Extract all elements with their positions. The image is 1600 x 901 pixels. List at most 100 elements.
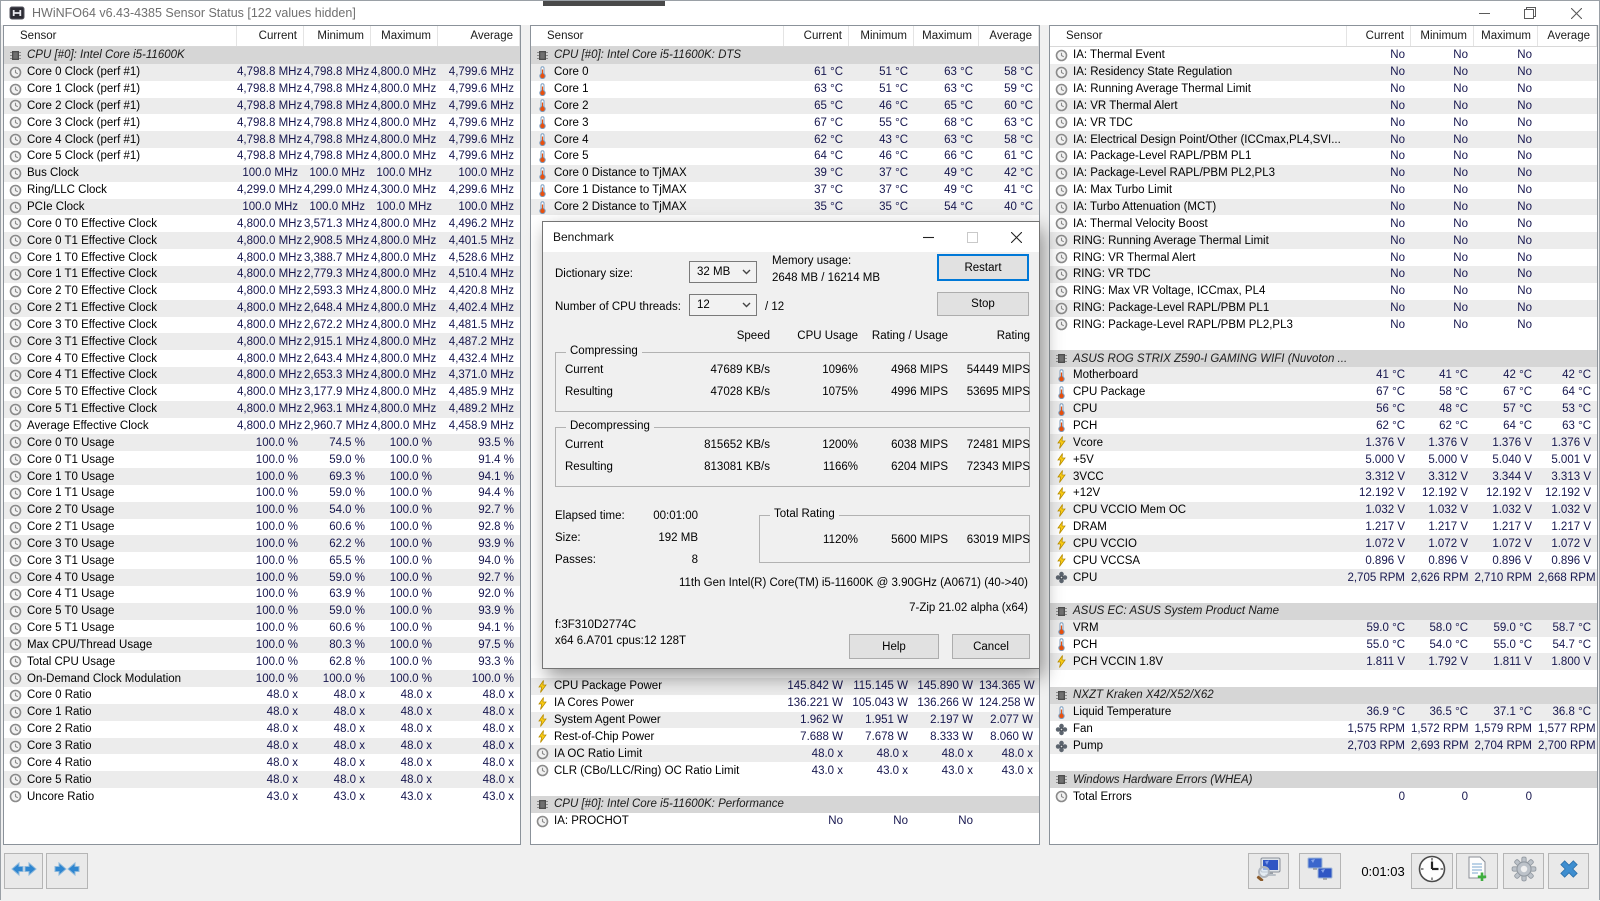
sensor-row[interactable]: Core 3 T1 Effective Clock4,800.0 MHz2,91… [4, 333, 520, 350]
sensor-row[interactable]: Core 1 Distance to TjMAX37 °C37 °C49 °C4… [531, 182, 1039, 199]
sensor-row[interactable]: RING: Package-Level RAPL/PBM PL1NoNoNo [1050, 300, 1597, 317]
sensor-row[interactable]: CPU Package Power145.842 W115.145 W145.8… [531, 678, 1039, 695]
cpu-threads-select[interactable]: 12 [689, 294, 757, 316]
stop-button[interactable]: Stop [937, 292, 1029, 316]
sensor-row[interactable]: PCH62 °C62 °C64 °C63 °C [1050, 418, 1597, 435]
sensor-row[interactable]: Core 462 °C43 °C63 °C58 °C [531, 131, 1039, 148]
sensor-row[interactable]: PCH VCCIN 1.8V1.811 V1.792 V1.811 V1.800… [1050, 653, 1597, 670]
sensor-row[interactable]: IA: Package-Level RAPL/PBM PL2,PL3NoNoNo [1050, 165, 1597, 182]
close-icon[interactable] [1553, 1, 1599, 25]
sensor-row[interactable]: On-Demand Clock Modulation100.0 %100.0 %… [4, 670, 520, 687]
sensor-row[interactable]: CPU Package67 °C58 °C67 °C64 °C [1050, 384, 1597, 401]
column-header-maximum[interactable]: Maximum [914, 26, 979, 46]
sensor-row[interactable]: 3VCC3.312 V3.312 V3.344 V3.313 V [1050, 468, 1597, 485]
cancel-button[interactable]: Cancel [952, 634, 1030, 659]
sensor-row[interactable]: Core 0 Ratio48.0 x48.0 x48.0 x48.0 x [4, 687, 520, 704]
sensor-row[interactable]: Core 265 °C46 °C65 °C60 °C [531, 98, 1039, 115]
sensor-row[interactable]: Core 367 °C55 °C68 °C63 °C [531, 114, 1039, 131]
title-bar[interactable]: HWiNFO64 v6.43-4385 Sensor Status [122 v… [1, 1, 1599, 25]
sensor-row[interactable]: Core 3 Ratio48.0 x48.0 x48.0 x48.0 x [4, 738, 520, 755]
system-summary-button[interactable] [1248, 853, 1289, 889]
remote-monitoring-button[interactable] [1299, 853, 1341, 889]
clock-button[interactable] [1411, 853, 1453, 889]
sensor-row[interactable]: CPU VCCSA0.896 V0.896 V0.896 V0.896 V [1050, 552, 1597, 569]
sensor-row[interactable]: IA: VR Thermal AlertNoNoNo [1050, 98, 1597, 115]
column-header-minimum[interactable]: Minimum [1411, 26, 1474, 46]
sensor-row[interactable]: CLR (CBo/LLC/Ring) OC Ratio Limit43.0 x4… [531, 762, 1039, 779]
minimize-icon[interactable] [1461, 1, 1507, 25]
sensor-row[interactable]: Core 0 T1 Usage100.0 %59.0 %100.0 %91.4 … [4, 451, 520, 468]
column-header-maximum[interactable]: Maximum [1474, 26, 1538, 46]
sensor-row[interactable]: IA: Thermal Velocity BoostNoNoNo [1050, 215, 1597, 232]
sensor-row[interactable]: PCH55.0 °C54.0 °C55.0 °C54.7 °C [1050, 637, 1597, 654]
sensor-row[interactable]: Core 2 T1 Effective Clock4,800.0 MHz2,64… [4, 300, 520, 317]
column-header-minimum[interactable]: Minimum [849, 26, 914, 46]
sensor-row[interactable]: Total CPU Usage100.0 %62.8 %100.0 %93.3 … [4, 653, 520, 670]
sensor-row[interactable]: Core 1 Clock (perf #1)4,798.8 MHz4,798.8… [4, 81, 520, 98]
sensor-row[interactable]: Core 1 T0 Effective Clock4,800.0 MHz3,38… [4, 249, 520, 266]
sensor-row[interactable]: +5V5.000 V5.000 V5.040 V5.001 V [1050, 451, 1597, 468]
sensor-row[interactable]: IA Cores Power136.221 W105.043 W136.266 … [531, 695, 1039, 712]
sensor-row[interactable]: Core 5 T0 Usage100.0 %59.0 %100.0 %93.9 … [4, 603, 520, 620]
dialog-close-icon[interactable] [994, 223, 1038, 251]
sensor-row[interactable]: Core 3 T0 Usage100.0 %62.2 %100.0 %93.9 … [4, 535, 520, 552]
sensor-row[interactable]: Ring/LLC Clock4,299.0 MHz4,299.0 MHz4,30… [4, 182, 520, 199]
sensor-row[interactable]: Core 2 Clock (perf #1)4,798.8 MHz4,798.8… [4, 98, 520, 115]
sensor-row[interactable]: Core 163 °C51 °C63 °C59 °C [531, 81, 1039, 98]
sensor-row[interactable]: Core 1 T1 Effective Clock4,800.0 MHz2,77… [4, 266, 520, 283]
sensor-row[interactable]: Core 4 Clock (perf #1)4,798.8 MHz4,798.8… [4, 131, 520, 148]
sensor-row[interactable]: VRM59.0 °C58.0 °C59.0 °C58.7 °C [1050, 620, 1597, 637]
sensor-row[interactable]: Core 2 Distance to TjMAX35 °C35 °C54 °C4… [531, 199, 1039, 216]
column-header-average[interactable]: Average [438, 26, 520, 46]
sensor-row[interactable]: Core 0 T1 Effective Clock4,800.0 MHz2,90… [4, 232, 520, 249]
sensor-row[interactable]: System Agent Power1.962 W1.951 W2.197 W2… [531, 712, 1039, 729]
dialog-minimize-icon[interactable] [906, 223, 950, 251]
sensor-row[interactable]: IA: Turbo Attenuation (MCT)NoNoNo [1050, 199, 1597, 216]
sensor-row[interactable]: Core 1 Ratio48.0 x48.0 x48.0 x48.0 x [4, 704, 520, 721]
sensor-row[interactable]: Core 4 T1 Effective Clock4,800.0 MHz2,65… [4, 367, 520, 384]
expand-columns-button[interactable] [4, 853, 43, 889]
column-header-average[interactable]: Average [979, 26, 1039, 46]
sensor-row[interactable]: Core 2 T0 Effective Clock4,800.0 MHz2,59… [4, 283, 520, 300]
sensor-row[interactable]: Rest-of-Chip Power7.688 W7.678 W8.333 W8… [531, 728, 1039, 745]
sensor-row[interactable]: Core 0 T0 Effective Clock4,800.0 MHz3,57… [4, 215, 520, 232]
sensor-row[interactable]: Core 5 T0 Effective Clock4,800.0 MHz3,17… [4, 384, 520, 401]
sensor-row[interactable]: CPU VCCIO Mem OC1.032 V1.032 V1.032 V1.0… [1050, 502, 1597, 519]
sensor-row[interactable]: Motherboard41 °C41 °C42 °C42 °C [1050, 367, 1597, 384]
sensor-row[interactable]: Core 2 T1 Usage100.0 %60.6 %100.0 %92.8 … [4, 519, 520, 536]
column-header-minimum[interactable]: Minimum [304, 26, 371, 46]
sensor-row[interactable]: Liquid Temperature36.9 °C36.5 °C37.1 °C3… [1050, 704, 1597, 721]
sensor-row[interactable]: Core 3 Clock (perf #1)4,798.8 MHz4,798.8… [4, 114, 520, 131]
sensor-group-row[interactable]: CPU [#0]: Intel Core i5-11600K: Performa… [531, 796, 1039, 813]
sensor-row[interactable]: RING: VR TDCNoNoNo [1050, 266, 1597, 283]
sensor-row[interactable]: IA: Max Turbo LimitNoNoNo [1050, 182, 1597, 199]
sensor-group-row[interactable]: ASUS ROG STRIX Z590-I GAMING WIFI (Nuvot… [1050, 350, 1597, 367]
sensor-row[interactable]: RING: Max VR Voltage, ICCmax, PL4NoNoNo [1050, 283, 1597, 300]
sensor-row[interactable]: IA: Package-Level RAPL/PBM PL1NoNoNo [1050, 148, 1597, 165]
sensor-row[interactable]: Average Effective Clock4,800.0 MHz2,960.… [4, 418, 520, 435]
column-header-current[interactable]: Current [784, 26, 849, 46]
sensor-row[interactable]: PCIe Clock100.0 MHz100.0 MHz100.0 MHz100… [4, 199, 520, 216]
sensor-row[interactable]: Core 5 Clock (perf #1)4,798.8 MHz4,798.8… [4, 148, 520, 165]
sensor-row[interactable]: Core 4 T0 Effective Clock4,800.0 MHz2,64… [4, 350, 520, 367]
sensor-row[interactable]: Pump2,703 RPM2,693 RPM2,704 RPM2,700 RPM [1050, 738, 1597, 755]
column-header-current[interactable]: Current [1347, 26, 1411, 46]
sensor-row[interactable]: IA: Residency State RegulationNoNoNo [1050, 64, 1597, 81]
help-button[interactable]: Help [849, 634, 939, 659]
sensor-row[interactable]: Bus Clock100.0 MHz100.0 MHz100.0 MHz100.… [4, 165, 520, 182]
sensor-row[interactable]: IA: Electrical Design Point/Other (ICCma… [1050, 131, 1597, 148]
sensor-row[interactable]: Core 3 T1 Usage100.0 %65.5 %100.0 %94.0 … [4, 552, 520, 569]
sensor-group-row[interactable]: CPU [#0]: Intel Core i5-11600K [4, 47, 520, 64]
restore-icon[interactable] [1507, 1, 1553, 25]
column-header-current[interactable]: Current [237, 26, 304, 46]
create-report-button[interactable] [1456, 853, 1498, 889]
sensor-row[interactable]: RING: Package-Level RAPL/PBM PL2,PL3NoNo… [1050, 317, 1597, 334]
dictionary-size-select[interactable]: 32 MB [689, 261, 757, 283]
sensor-row[interactable]: Core 4 T0 Usage100.0 %59.0 %100.0 %92.7 … [4, 569, 520, 586]
sensor-row[interactable]: RING: Running Average Thermal LimitNoNoN… [1050, 232, 1597, 249]
sensor-row[interactable]: RING: VR Thermal AlertNoNoNo [1050, 249, 1597, 266]
column-header-sensor[interactable]: Sensor [1050, 26, 1347, 46]
sensor-row[interactable]: IA: VR TDCNoNoNo [1050, 114, 1597, 131]
sensor-row[interactable]: Core 0 Clock (perf #1)4,798.8 MHz4,798.8… [4, 64, 520, 81]
column-header-sensor[interactable]: Sensor [4, 26, 237, 46]
